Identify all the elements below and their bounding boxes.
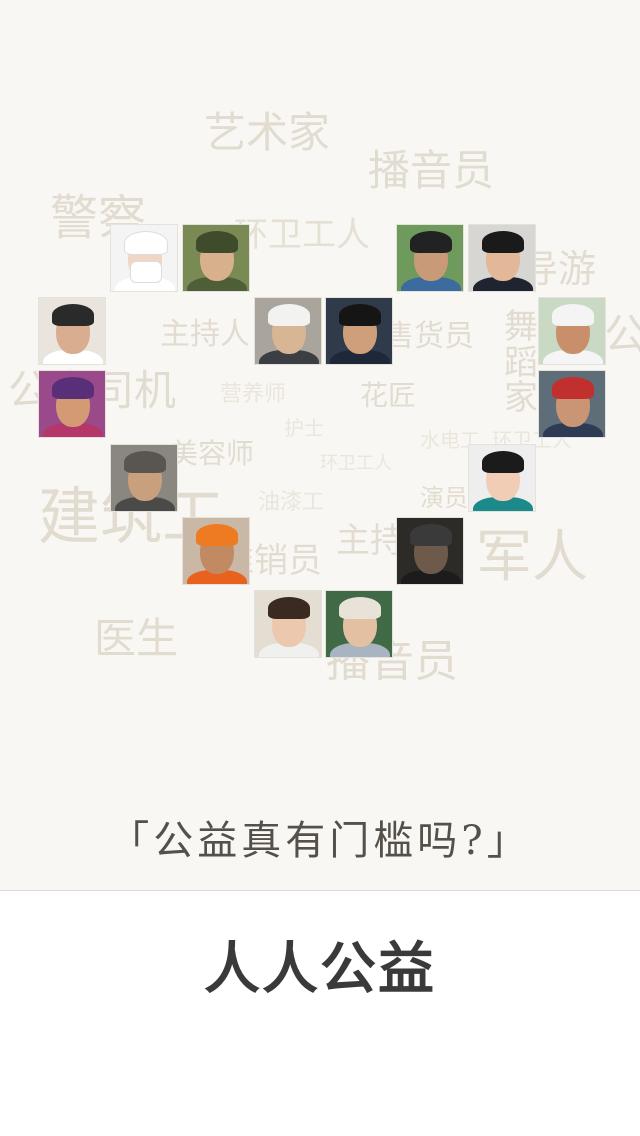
portrait-tile <box>396 224 464 292</box>
app-title: 人人公益 <box>204 937 436 1002</box>
bg-word: 护士 <box>284 416 324 440</box>
portrait-tile <box>110 224 178 292</box>
bg-word: 主持人 <box>160 317 250 352</box>
bg-word: 演员 <box>420 484 468 512</box>
portrait-tile <box>468 444 536 512</box>
portrait-tile <box>38 297 106 365</box>
splash-panel: 艺术家 播音员 警察 环卫工人 导游 主持人 售货员 舞蹈家 公 公交司机 营养… <box>0 0 640 890</box>
portrait-tile <box>396 517 464 585</box>
bg-word: 军人 <box>476 525 588 590</box>
portrait-tile <box>182 517 250 585</box>
portrait-tile <box>325 297 393 365</box>
portrait-tile <box>38 370 106 438</box>
bg-word: 公 <box>604 310 640 359</box>
portrait-tile <box>538 370 606 438</box>
bg-word: 花匠 <box>360 379 417 412</box>
portrait-tile <box>254 297 322 365</box>
bg-word: 播音员 <box>368 146 495 195</box>
divider <box>0 890 640 891</box>
bg-word: 舞蹈家 <box>504 307 538 419</box>
bg-word: 艺术家 <box>204 108 331 157</box>
portrait-tile <box>538 297 606 365</box>
portrait-tile <box>110 444 178 512</box>
bg-word: 油漆工 <box>258 490 325 515</box>
portrait-tile <box>325 590 393 658</box>
portrait-tile <box>182 224 250 292</box>
portrait-tile <box>468 224 536 292</box>
bg-word: 美容师 <box>170 437 255 470</box>
bg-word: 营养师 <box>220 382 287 407</box>
tagline: 「公益真有门槛吗?」 <box>109 818 531 864</box>
bg-word: 医生 <box>94 614 179 663</box>
bg-word: 环卫工人 <box>320 453 392 474</box>
portrait-tile <box>254 590 322 658</box>
bg-word: 环卫工人 <box>234 215 370 255</box>
bg-word: 售货员 <box>384 319 474 354</box>
